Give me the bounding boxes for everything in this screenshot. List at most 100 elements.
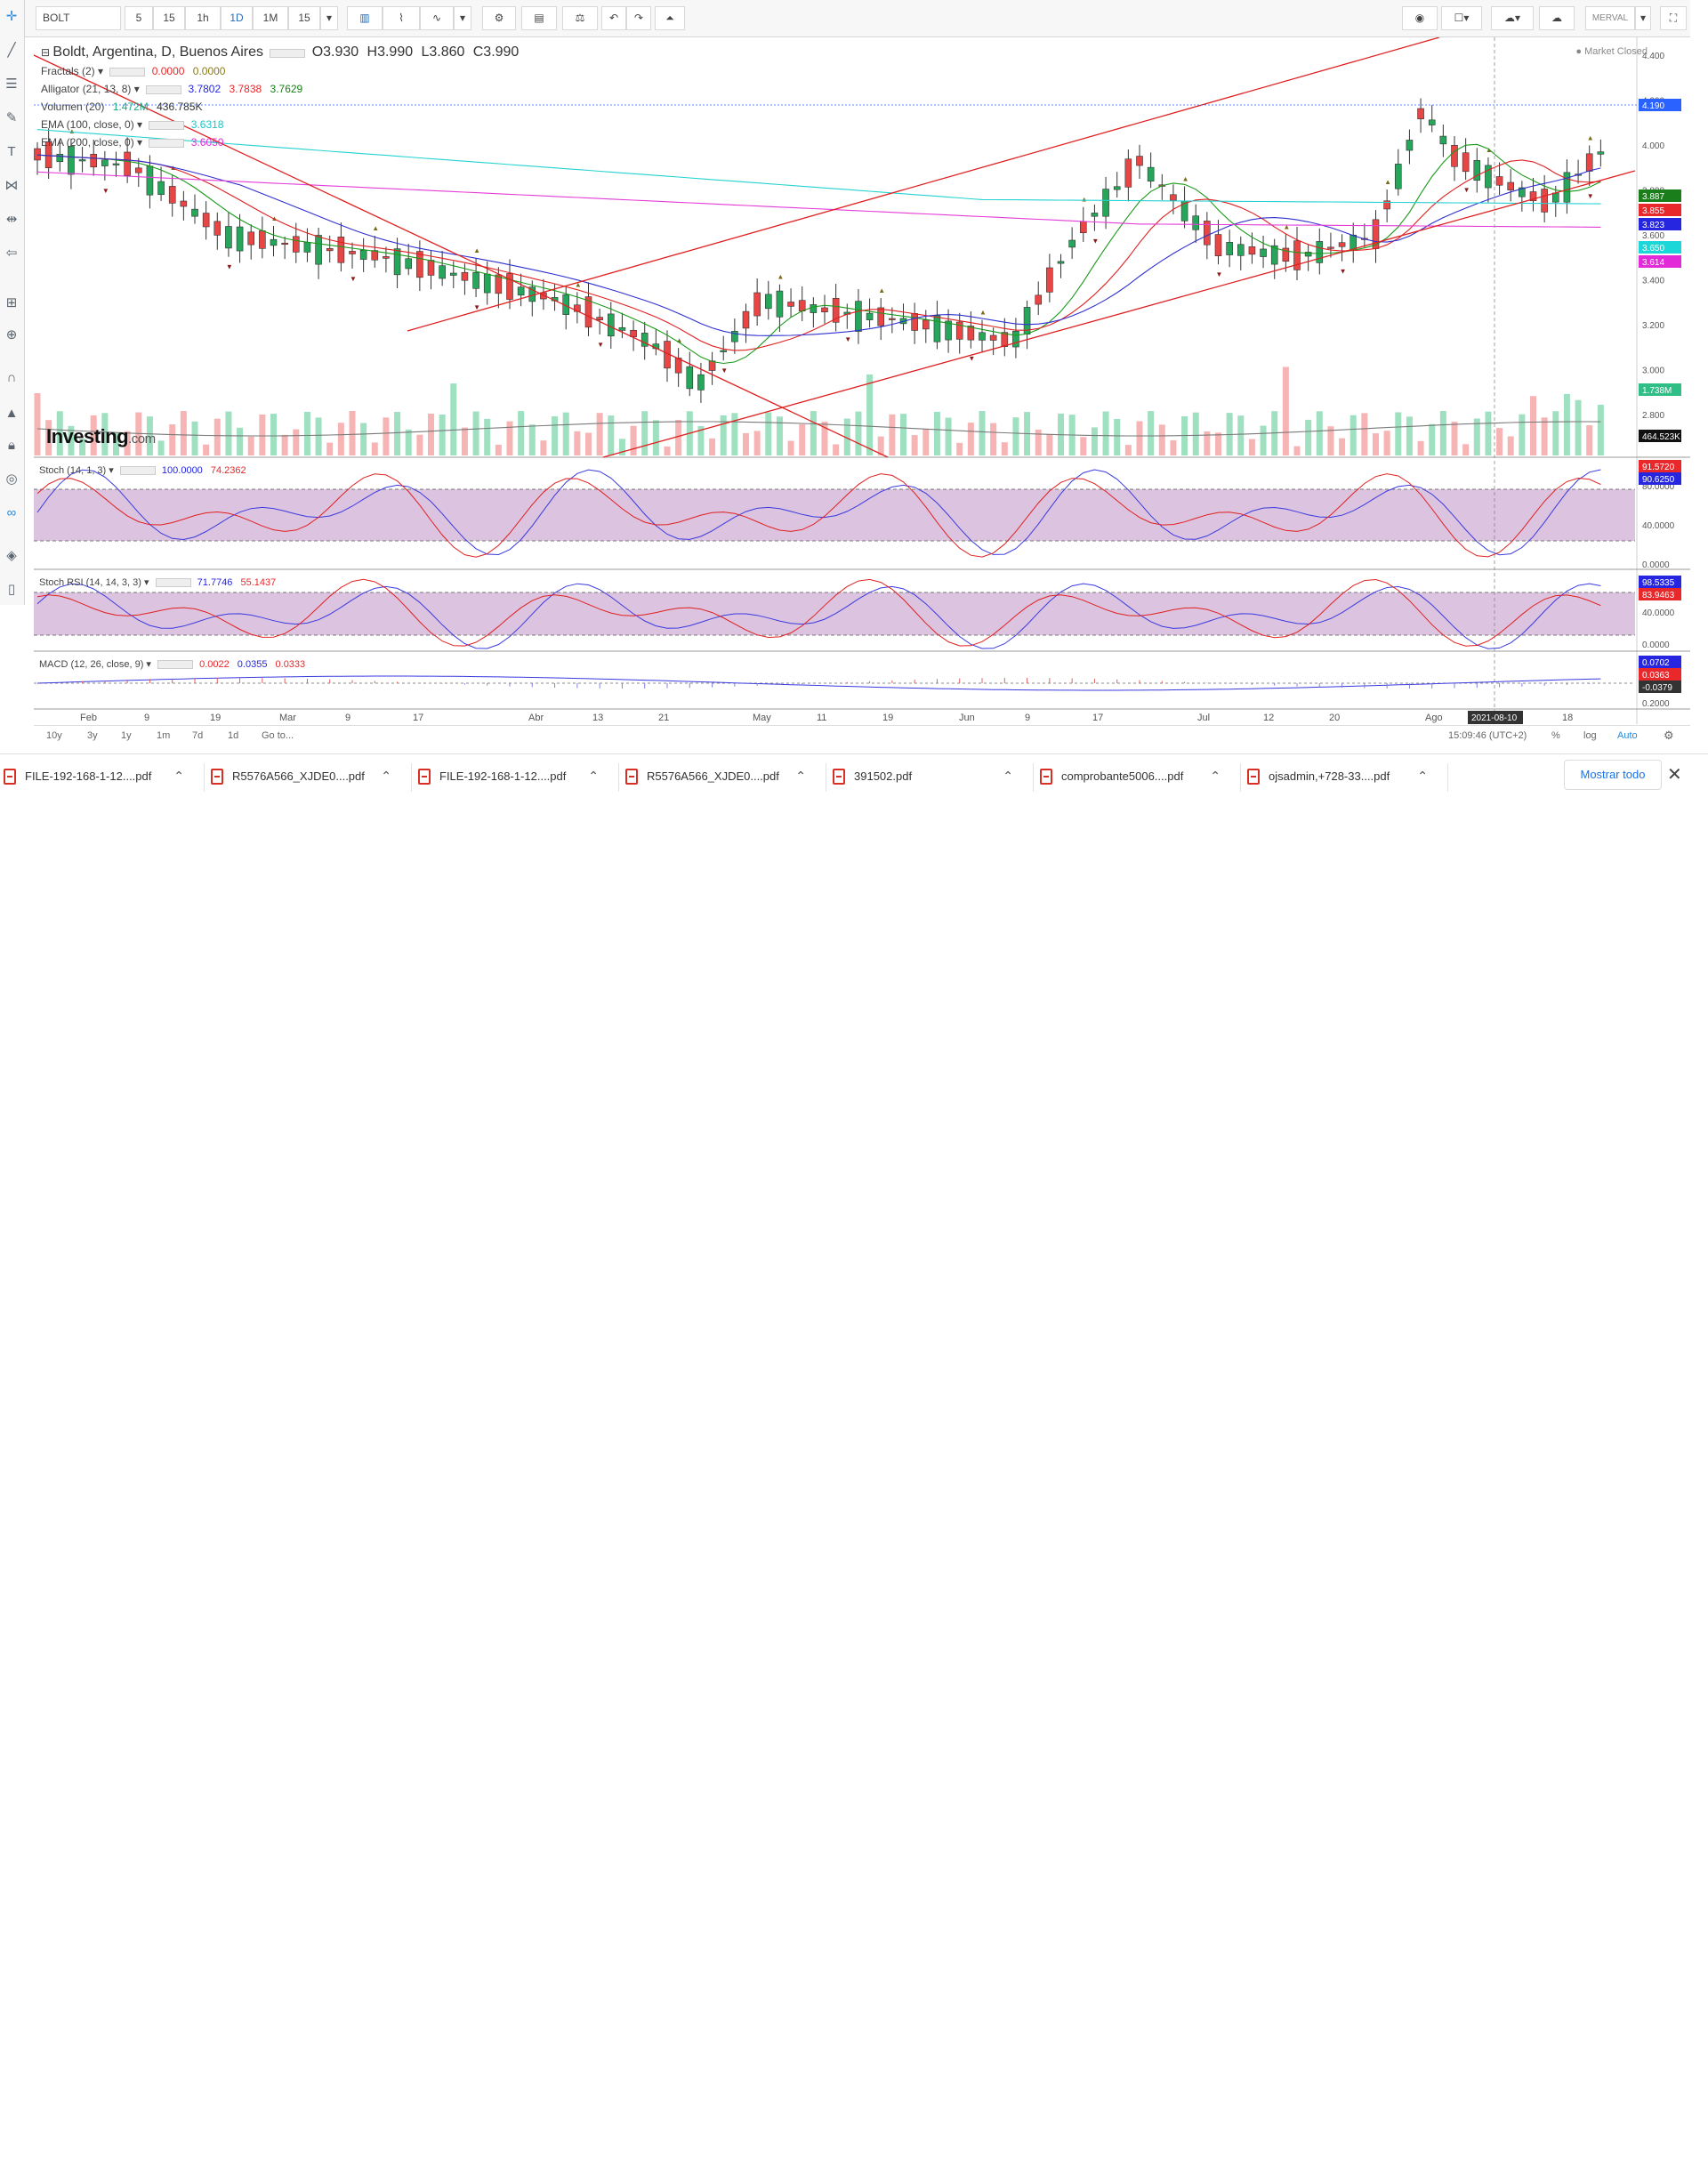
macd-legend[interactable]: MACD (12, 26, close, 9) ▾ 0.0022 0.0355 … (39, 658, 305, 670)
volume-bar (967, 423, 974, 455)
legend-volume[interactable]: Volumen (20) 1.472M 436.785K (41, 101, 202, 113)
zoom-icon[interactable]: ⊕ (2, 326, 21, 345)
open-value: O3.930 (311, 44, 359, 60)
auto-toggle[interactable]: Auto (1617, 730, 1638, 741)
candle-body (439, 265, 446, 279)
interval-1d-button[interactable]: 1D (221, 6, 253, 30)
range-1d-button[interactable]: 1d (228, 730, 238, 741)
ema-100-actions[interactable] (149, 120, 185, 130)
download-item[interactable]: 391502.pdf ⌃ (829, 763, 1034, 792)
settings-gear-icon[interactable]: ⚙ (482, 6, 516, 30)
interval-15-alt-button[interactable]: 15 (288, 6, 320, 30)
legend-alligator[interactable]: Alligator (21, 13, 8) ▾ 3.7802 3.7838 3.… (41, 83, 302, 95)
interval-dropdown-icon[interactable]: ▾ (320, 6, 338, 30)
stoch-rsi-legend[interactable]: Stoch RSI (14, 14, 3, 3) ▾ 71.7746 55.14… (39, 576, 276, 588)
eye-icon[interactable]: ◎ (2, 470, 21, 489)
crosshair-icon[interactable]: ✛ (2, 7, 21, 27)
show-all-downloads-button[interactable]: Mostrar todo (1564, 760, 1662, 790)
percent-toggle[interactable]: % (1551, 730, 1560, 741)
macd-actions[interactable] (157, 660, 194, 670)
fullscreen-icon[interactable]: ⛶ (1660, 6, 1687, 30)
pattern-icon[interactable]: ⋈ (2, 176, 21, 196)
stoch-legend[interactable]: Stoch (14, 1, 3) ▾ 100.0000 74.2362 (39, 464, 246, 476)
chart-area[interactable]: ▲▼▲▼▲▼▲▲▼▲▼▲▼▲▼▲▼▲▲▼▲▼▲▼▲▼▲▲▼4.4004.2004… (34, 37, 1690, 749)
volume-bar (495, 444, 502, 455)
alert-icon[interactable]: ⏶ (655, 6, 685, 30)
trendline-icon[interactable]: ╱ (2, 41, 21, 60)
trash-icon[interactable]: ▯ (2, 580, 21, 600)
goto-button[interactable]: Go to... (262, 730, 294, 741)
projection-icon[interactable]: ⇹ (2, 210, 21, 230)
download-item[interactable]: ojsadmin,+728-33....pdf ⌃ (1244, 763, 1448, 792)
range-3y-button[interactable]: 3y (87, 730, 98, 741)
compare-icon[interactable]: ∿ (420, 6, 454, 30)
indicators-icon[interactable]: ⌇ (383, 6, 420, 30)
time-axis-tick: 19 (210, 713, 221, 723)
undo-icon[interactable]: ↶ (601, 6, 626, 30)
range-10y-button[interactable]: 10y (46, 730, 62, 741)
range-1y-button[interactable]: 1y (121, 730, 132, 741)
close-icon[interactable]: ✕ (1667, 763, 1682, 785)
chevron-up-icon[interactable]: ⌃ (173, 769, 184, 784)
download-item[interactable]: FILE-192-168-1-12....pdf ⌃ (415, 763, 619, 792)
interval-1h-button[interactable]: 1h (185, 6, 221, 30)
macd-value-3: 0.0333 (275, 659, 306, 670)
redo-icon[interactable]: ↷ (626, 6, 651, 30)
interval-1m-button[interactable]: 1M (253, 6, 288, 30)
collapse-icon[interactable]: ⊟ (41, 46, 50, 59)
symbol-search-input[interactable]: BOLT (36, 6, 121, 30)
exchange-dropdown-icon[interactable]: ▾ (1635, 6, 1651, 30)
legend-ema-200[interactable]: EMA (200, close, 0) ▾ 3.6050 (41, 136, 223, 149)
fractals-actions[interactable] (109, 67, 146, 77)
download-item[interactable]: FILE-192-168-1-12....pdf ⌃ (0, 763, 205, 792)
stoch-rsi-actions[interactable] (155, 578, 191, 588)
chevron-up-icon[interactable]: ⌃ (1417, 769, 1428, 784)
compare-dropdown-icon[interactable]: ▾ (454, 6, 471, 30)
text-icon[interactable]: T (2, 142, 21, 162)
candlestick-icon[interactable]: ▥ (347, 6, 383, 30)
volume-bar (833, 444, 840, 455)
chevron-up-icon[interactable]: ⌃ (588, 769, 599, 784)
chevron-up-icon[interactable]: ⌃ (1003, 769, 1013, 784)
range-7d-button[interactable]: 7d (192, 730, 203, 741)
cloud-load-icon[interactable]: ☁▾ (1491, 6, 1534, 30)
cloud-save-icon[interactable]: ☁ (1539, 6, 1575, 30)
brush-icon[interactable]: ✎ (2, 109, 21, 128)
chart-canvas[interactable]: ▲▼▲▼▲▼▲▲▼▲▼▲▼▲▼▲▼▲▲▼▲▼▲▼▲▼▲▲▼4.4004.2004… (34, 37, 1690, 749)
download-item[interactable]: R5576A566_XJDE0....pdf ⌃ (207, 763, 412, 792)
link-icon[interactable]: ∞ (2, 503, 21, 523)
download-filename: FILE-192-168-1-12....pdf (439, 769, 567, 783)
layers-icon[interactable]: ◈ (2, 546, 21, 566)
alligator-actions[interactable] (146, 85, 182, 94)
stoch-actions[interactable] (119, 466, 156, 476)
interval-15-button[interactable]: 15 (153, 6, 185, 30)
ema-200-actions[interactable] (149, 138, 185, 148)
scale-icon[interactable]: ⚖ (562, 6, 598, 30)
fractal-up-marker: ▲ (372, 224, 379, 232)
chevron-up-icon[interactable]: ⌃ (795, 769, 806, 784)
range-1m-button[interactable]: 1m (157, 730, 170, 741)
candle-body (1406, 140, 1414, 151)
arrow-icon[interactable]: ⇦ (2, 244, 21, 263)
chevron-up-icon[interactable]: ⌃ (381, 769, 391, 784)
legend-fractals[interactable]: Fractals (2) ▾ 0.0000 0.0000 (41, 65, 225, 77)
chart-settings-gear-icon[interactable]: ⚙ (1664, 729, 1674, 743)
lock-icon[interactable]: ▲ (2, 404, 21, 423)
download-item[interactable]: R5576A566_XJDE0....pdf ⌃ (622, 763, 826, 792)
volume-bar (1148, 411, 1155, 455)
magnet-icon[interactable]: ∩ (2, 368, 21, 388)
camera-icon[interactable]: ◉ (1402, 6, 1438, 30)
candle-body (1338, 242, 1346, 247)
legend-ema-100[interactable]: EMA (100, close, 0) ▾ 3.6318 (41, 118, 223, 131)
bar-chart-icon[interactable]: ▤ (521, 6, 557, 30)
download-item[interactable]: comprobante5006....pdf ⌃ (1036, 763, 1241, 792)
layout-icon[interactable]: ☐▾ (1441, 6, 1482, 30)
legend-actions[interactable] (270, 48, 306, 58)
fib-icon[interactable]: ☰ (2, 75, 21, 94)
exchange-button[interactable]: MERVAL (1585, 6, 1635, 30)
measure-icon[interactable]: ⊞ (2, 294, 21, 313)
chevron-up-icon[interactable]: ⌃ (1210, 769, 1221, 784)
interval-5-button[interactable]: 5 (125, 6, 153, 30)
lock-drawing-icon[interactable]: 🔒︎ (2, 436, 21, 455)
log-toggle[interactable]: log (1583, 730, 1597, 741)
